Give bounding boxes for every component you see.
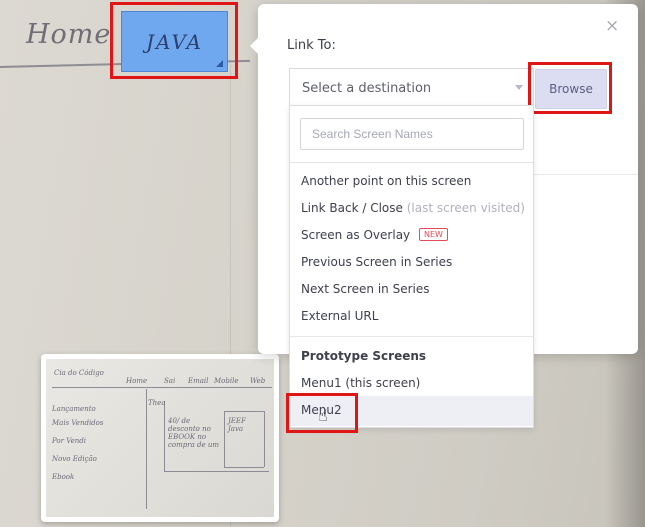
option-next-screen[interactable]: Next Screen in Series <box>301 282 430 296</box>
option-hint: (last screen visited) <box>406 201 525 215</box>
chevron-down-icon <box>515 85 523 90</box>
thumb-text: Ebook <box>52 473 75 481</box>
thumb-text: Mobile <box>214 377 239 385</box>
destination-select-placeholder: Select a destination <box>302 81 432 96</box>
option-label: Link Back / Close <box>301 201 403 215</box>
destination-dropdown: Another point on this screen Link Back /… <box>289 105 534 428</box>
destination-select[interactable]: Select a destination <box>289 68 534 106</box>
thumb-text: Por Vendi <box>52 437 86 445</box>
thumb-text: Sai <box>164 377 176 385</box>
option-screen-overlay[interactable]: Screen as Overlay NEW <box>301 228 448 242</box>
screen-label: Menu1 (this screen) <box>301 376 421 390</box>
thumbnail-sketch: Cia do Código Home Sai Email Mobile Web … <box>46 359 274 517</box>
thumb-text: Mais Vendidos <box>52 419 104 427</box>
hotspot-highlight: JAVA <box>110 2 238 79</box>
sketch-home-label: Home <box>26 19 112 50</box>
screen-option-menu1[interactable]: Menu1 (this screen) <box>301 376 420 390</box>
option-previous-screen[interactable]: Previous Screen in Series <box>301 255 452 269</box>
thumb-text: Thea <box>148 399 166 407</box>
hand-pointer-cursor-icon: ☝ <box>318 406 328 425</box>
screen-search-input[interactable] <box>300 118 524 150</box>
thumb-text: Novo Edição <box>52 455 97 463</box>
java-hotspot[interactable]: JAVA <box>121 11 228 72</box>
option-label: External URL <box>301 309 379 323</box>
popover-arrow <box>250 38 258 54</box>
option-label: Screen as Overlay <box>301 228 411 242</box>
menu-divider <box>290 336 533 337</box>
thumb-text: 40/ de desconto no EBOOK no compra de um <box>168 417 219 449</box>
option-external-url[interactable]: External URL <box>301 309 378 323</box>
thumb-text: Email <box>188 377 209 385</box>
browse-button[interactable]: Browse <box>535 69 607 109</box>
menu-divider <box>290 162 533 163</box>
link-to-label: Link To: <box>287 38 336 53</box>
prototype-screens-heading: Prototype Screens <box>301 349 427 363</box>
java-hotspot-label: JAVA <box>146 29 203 54</box>
thumb-text: JEEF Java <box>228 417 246 433</box>
browse-highlight: Browse <box>528 62 612 114</box>
new-badge: NEW <box>418 228 448 241</box>
thumb-text: Cia do Código <box>54 369 104 377</box>
thumb-text: Web <box>250 377 266 385</box>
option-link-back[interactable]: Link Back / Close (last screen visited) <box>301 201 525 215</box>
resize-handle-icon[interactable] <box>216 60 223 67</box>
close-icon[interactable]: × <box>605 18 619 35</box>
popover-divider <box>534 174 638 175</box>
thumb-text: Home <box>126 377 148 385</box>
option-label: Another point on this screen <box>301 174 472 188</box>
option-label: Previous Screen in Series <box>301 255 453 269</box>
screen-thumbnail[interactable]: Cia do Código Home Sai Email Mobile Web … <box>41 354 279 522</box>
option-label: Next Screen in Series <box>301 282 430 296</box>
option-another-point[interactable]: Another point on this screen <box>301 174 471 188</box>
thumb-text: Lançamento <box>52 405 96 413</box>
